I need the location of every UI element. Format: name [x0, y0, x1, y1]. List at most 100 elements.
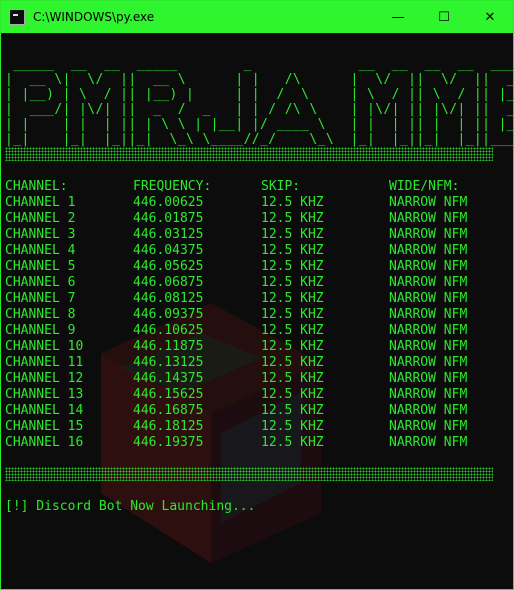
frequency-cell: 446.14375: [133, 371, 204, 386]
skip-cell: 12.5 KHZ: [261, 387, 324, 402]
mode-cell: NARROW NFM: [389, 195, 468, 210]
channel-name-cell: CHANNEL 3: [5, 227, 76, 242]
mode-cell: NARROW NFM: [389, 403, 468, 418]
frequency-cell: 446.18125: [133, 419, 204, 434]
frequency-cell: 446.11875: [133, 339, 204, 354]
close-icon: ✕: [484, 9, 496, 25]
table-row: CHANNEL 2 446.01875 12.5 KHZ NARROW NFM: [5, 211, 489, 227]
mode-cell: NARROW NFM: [389, 387, 468, 402]
banner-ascii-art: _____ __ __ _____ _ __ __ __ __ ______ _…: [5, 57, 513, 147]
maximize-icon: ☐: [438, 9, 450, 25]
skip-cell: 12.5 KHZ: [261, 259, 324, 274]
window-title: C:\WINDOWS\py.exe: [33, 10, 155, 24]
channel-name-cell: CHANNEL 10: [5, 339, 84, 354]
frequency-cell: 446.15625: [133, 387, 204, 402]
minimize-button[interactable]: —: [375, 1, 421, 33]
divider-top: [5, 147, 493, 161]
table-row: CHANNEL 12 446.14375 12.5 KHZ NARROW NFM: [5, 371, 489, 387]
skip-cell: 12.5 KHZ: [261, 435, 324, 450]
table-row: CHANNEL 14 446.16875 12.5 KHZ NARROW NFM: [5, 403, 489, 419]
skip-cell: 12.5 KHZ: [261, 339, 324, 354]
channel-name-cell: CHANNEL 2: [5, 211, 76, 226]
frequency-cell: 446.08125: [133, 291, 204, 306]
skip-cell: 12.5 KHZ: [261, 419, 324, 434]
frequency-cell: 446.19375: [133, 435, 204, 450]
channel-name-cell: CHANNEL 5: [5, 259, 76, 274]
channel-name-cell: CHANNEL 9: [5, 323, 76, 338]
header-frequency: FREQUENCY:: [133, 179, 212, 194]
mode-cell: NARROW NFM: [389, 211, 468, 226]
channel-name-cell: CHANNEL 16: [5, 435, 84, 450]
mode-cell: NARROW NFM: [389, 307, 468, 322]
skip-cell: 12.5 KHZ: [261, 243, 324, 258]
title-bar[interactable]: C:\WINDOWS\py.exe — ☐ ✕: [1, 1, 513, 33]
channel-name-cell: CHANNEL 1: [5, 195, 76, 210]
maximize-button[interactable]: ☐: [421, 1, 467, 33]
table-header-row: CHANNEL: FREQUENCY: SKIP: WIDE/NFM:: [5, 179, 489, 195]
close-button[interactable]: ✕: [467, 1, 513, 33]
frequency-cell: 446.13125: [133, 355, 204, 370]
mode-cell: NARROW NFM: [389, 355, 468, 370]
skip-cell: 12.5 KHZ: [261, 355, 324, 370]
mode-cell: NARROW NFM: [389, 227, 468, 242]
mode-cell: NARROW NFM: [389, 243, 468, 258]
skip-cell: 12.5 KHZ: [261, 403, 324, 418]
channel-name-cell: CHANNEL 7: [5, 291, 76, 306]
frequency-cell: 446.04375: [133, 243, 204, 258]
mode-cell: NARROW NFM: [389, 291, 468, 306]
table-row: CHANNEL 8 446.09375 12.5 KHZ NARROW NFM: [5, 307, 489, 323]
channel-name-cell: CHANNEL 4: [5, 243, 76, 258]
frequency-cell: 446.16875: [133, 403, 204, 418]
table-row: CHANNEL 7 446.08125 12.5 KHZ NARROW NFM: [5, 291, 489, 307]
mode-cell: NARROW NFM: [389, 435, 468, 450]
mode-cell: NARROW NFM: [389, 371, 468, 386]
frequency-cell: 446.00625: [133, 195, 204, 210]
table-row: CHANNEL 3 446.03125 12.5 KHZ NARROW NFM: [5, 227, 489, 243]
frequency-cell: 446.03125: [133, 227, 204, 242]
mode-cell: NARROW NFM: [389, 259, 468, 274]
skip-cell: 12.5 KHZ: [261, 323, 324, 338]
skip-cell: 12.5 KHZ: [261, 211, 324, 226]
channel-name-cell: CHANNEL 11: [5, 355, 84, 370]
header-wide-nfm: WIDE/NFM:: [389, 179, 460, 194]
table-row: CHANNEL 9 446.10625 12.5 KHZ NARROW NFM: [5, 323, 489, 339]
mode-cell: NARROW NFM: [389, 323, 468, 338]
channel-table: CHANNEL: FREQUENCY: SKIP: WIDE/NFM: CHAN…: [5, 179, 489, 451]
frequency-cell: 446.06875: [133, 275, 204, 290]
channel-name-cell: CHANNEL 6: [5, 275, 76, 290]
skip-cell: 12.5 KHZ: [261, 275, 324, 290]
divider-bottom: [5, 467, 493, 481]
table-row: CHANNEL 10 446.11875 12.5 KHZ NARROW NFM: [5, 339, 489, 355]
frequency-cell: 446.09375: [133, 307, 204, 322]
window-controls: — ☐ ✕: [375, 1, 513, 33]
channel-name-cell: CHANNEL 12: [5, 371, 84, 386]
console-output[interactable]: _____ __ __ _____ _ __ __ __ __ ______ _…: [1, 33, 513, 589]
table-row: CHANNEL 1 446.00625 12.5 KHZ NARROW NFM: [5, 195, 489, 211]
console-app-icon: [9, 9, 25, 25]
table-row: CHANNEL 5 446.05625 12.5 KHZ NARROW NFM: [5, 259, 489, 275]
mode-cell: NARROW NFM: [389, 275, 468, 290]
skip-cell: 12.5 KHZ: [261, 195, 324, 210]
table-row: CHANNEL 4 446.04375 12.5 KHZ NARROW NFM: [5, 243, 489, 259]
skip-cell: 12.5 KHZ: [261, 371, 324, 386]
frequency-cell: 446.10625: [133, 323, 204, 338]
skip-cell: 12.5 KHZ: [261, 227, 324, 242]
table-row: CHANNEL 16 446.19375 12.5 KHZ NARROW NFM: [5, 435, 489, 451]
skip-cell: 12.5 KHZ: [261, 291, 324, 306]
channel-name-cell: CHANNEL 14: [5, 403, 84, 418]
header-skip: SKIP:: [261, 179, 301, 194]
channel-name-cell: CHANNEL 8: [5, 307, 76, 322]
console-window: C:\WINDOWS\py.exe — ☐ ✕ _____ __ __ ____…: [0, 0, 514, 590]
status-line: [!] Discord Bot Now Launching...: [5, 499, 256, 514]
header-channel: CHANNEL:: [5, 179, 68, 194]
mode-cell: NARROW NFM: [389, 339, 468, 354]
frequency-cell: 446.01875: [133, 211, 204, 226]
table-row: CHANNEL 11 446.13125 12.5 KHZ NARROW NFM: [5, 355, 489, 371]
mode-cell: NARROW NFM: [389, 419, 468, 434]
skip-cell: 12.5 KHZ: [261, 307, 324, 322]
minimize-icon: —: [391, 9, 405, 25]
frequency-cell: 446.05625: [133, 259, 204, 274]
channel-name-cell: CHANNEL 15: [5, 419, 84, 434]
table-row: CHANNEL 13 446.15625 12.5 KHZ NARROW NFM: [5, 387, 489, 403]
channel-name-cell: CHANNEL 13: [5, 387, 84, 402]
